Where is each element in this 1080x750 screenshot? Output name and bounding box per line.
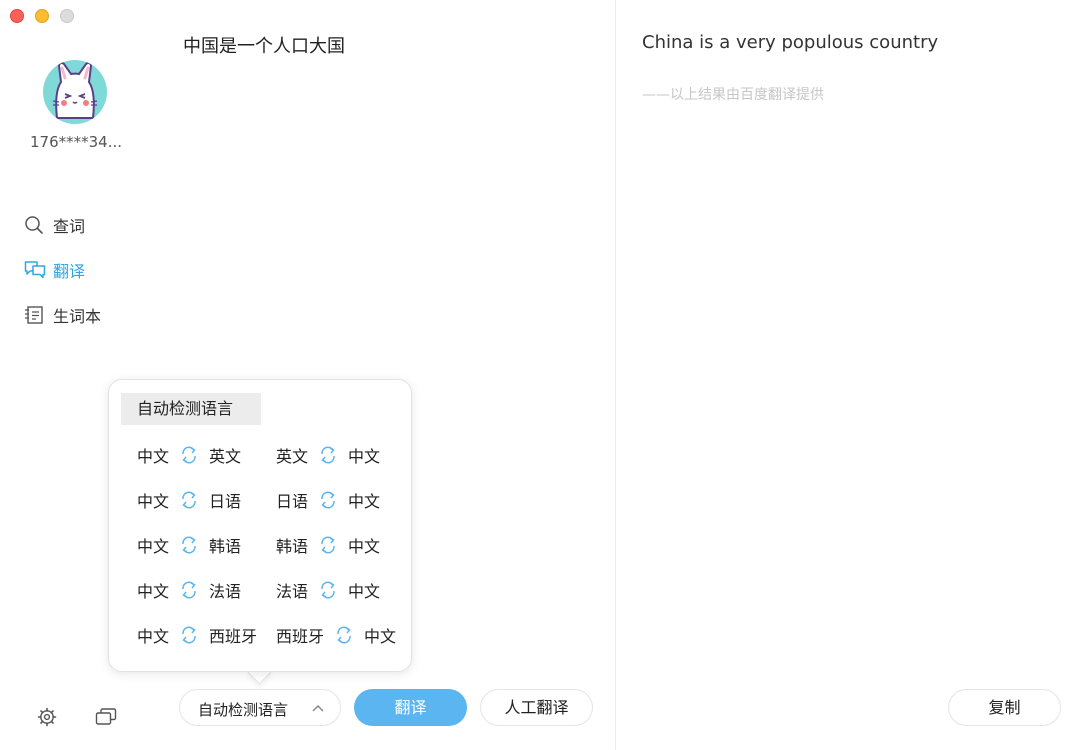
swap-arrows-icon bbox=[318, 445, 338, 465]
sidebar-item-label: 翻译 bbox=[53, 262, 86, 281]
pair-from: 英文 bbox=[276, 447, 309, 466]
chat-bubbles-icon bbox=[24, 260, 46, 280]
pair-from: 日语 bbox=[276, 492, 309, 511]
pair-from: 中文 bbox=[137, 582, 170, 601]
swap-arrows-icon bbox=[318, 535, 338, 555]
pair-to: 西班牙 bbox=[209, 627, 258, 646]
source-text-input[interactable]: 中国是一个人口大国 bbox=[183, 32, 345, 58]
menu-item-zh-es[interactable]: 中文 西班牙 bbox=[137, 623, 257, 647]
pair-from: 韩语 bbox=[276, 537, 309, 556]
pair-to: 日语 bbox=[209, 492, 242, 511]
language-select[interactable]: 自动检测语言 bbox=[179, 689, 341, 726]
pair-to: 韩语 bbox=[209, 537, 242, 556]
search-icon bbox=[24, 215, 44, 235]
swap-arrows-icon bbox=[179, 490, 199, 510]
copy-button[interactable]: 复制 bbox=[948, 689, 1061, 726]
chevron-up-icon bbox=[311, 701, 325, 715]
avatar[interactable] bbox=[43, 60, 107, 124]
menu-item-zh-en[interactable]: 中文 英文 bbox=[137, 443, 241, 467]
language-select-value: 自动检测语言 bbox=[198, 701, 289, 719]
menu-item-zh-ja[interactable]: 中文 日语 bbox=[137, 488, 241, 512]
menu-item-zh-ko[interactable]: 中文 韩语 bbox=[137, 533, 241, 557]
pair-to: 中文 bbox=[348, 492, 381, 511]
pair-to: 中文 bbox=[348, 582, 381, 601]
sidebar-item-label: 生词本 bbox=[53, 307, 102, 326]
human-translate-button[interactable]: 人工翻译 bbox=[480, 689, 593, 726]
swap-arrows-icon bbox=[179, 445, 199, 465]
gear-icon[interactable] bbox=[37, 707, 57, 727]
menu-item-es-zh[interactable]: 西班牙 中文 bbox=[276, 623, 396, 647]
pair-from: 中文 bbox=[137, 537, 170, 556]
notebook-icon bbox=[24, 305, 44, 325]
menu-item-en-zh[interactable]: 英文 中文 bbox=[276, 443, 380, 467]
menu-item-ja-zh[interactable]: 日语 中文 bbox=[276, 488, 380, 512]
pair-to: 法语 bbox=[209, 582, 242, 601]
translate-button[interactable]: 翻译 bbox=[354, 689, 467, 726]
minimize-window-button[interactable] bbox=[35, 9, 49, 23]
swap-arrows-icon bbox=[318, 490, 338, 510]
menu-item-zh-fr[interactable]: 中文 法语 bbox=[137, 578, 241, 602]
pair-from: 中文 bbox=[137, 627, 170, 646]
swap-arrows-icon bbox=[179, 580, 199, 600]
zoom-window-button[interactable] bbox=[60, 9, 74, 23]
username: 176****34... bbox=[30, 133, 123, 151]
menu-item-fr-zh[interactable]: 法语 中文 bbox=[276, 578, 380, 602]
pair-from: 中文 bbox=[137, 492, 170, 511]
translation-credit: ——以上结果由百度翻译提供 bbox=[642, 87, 824, 103]
swap-arrows-icon bbox=[334, 625, 354, 645]
pair-to: 英文 bbox=[209, 447, 242, 466]
menu-item-ko-zh[interactable]: 韩语 中文 bbox=[276, 533, 380, 557]
pair-to: 中文 bbox=[348, 447, 381, 466]
sidebar-item-label: 查词 bbox=[53, 217, 86, 236]
swap-arrows-icon bbox=[179, 535, 199, 555]
translator-window: 176****34... 查词 翻译 生词本 中国是一个人口大国 China i… bbox=[0, 0, 1080, 750]
mini-window-icon[interactable] bbox=[95, 707, 117, 727]
pane-divider bbox=[615, 0, 616, 750]
pair-from: 西班牙 bbox=[276, 627, 325, 646]
close-window-button[interactable] bbox=[10, 9, 24, 23]
pair-from: 中文 bbox=[137, 447, 170, 466]
sidebar-item-wordbook[interactable]: 生词本 bbox=[24, 304, 101, 326]
language-menu: 自动检测语言 中文 英文 英文 中文 中文 日语 日语 中文 中文 韩语 韩语 bbox=[108, 379, 412, 672]
translation-result: China is a very populous country bbox=[642, 32, 939, 53]
swap-arrows-icon bbox=[179, 625, 199, 645]
sidebar-item-lookup[interactable]: 查词 bbox=[24, 214, 85, 236]
menu-item-auto-detect[interactable]: 自动检测语言 bbox=[121, 393, 261, 425]
sidebar-item-translate[interactable]: 翻译 bbox=[24, 259, 85, 281]
swap-arrows-icon bbox=[318, 580, 338, 600]
pair-from: 法语 bbox=[276, 582, 309, 601]
pair-to: 中文 bbox=[348, 537, 381, 556]
pair-to: 中文 bbox=[364, 627, 397, 646]
